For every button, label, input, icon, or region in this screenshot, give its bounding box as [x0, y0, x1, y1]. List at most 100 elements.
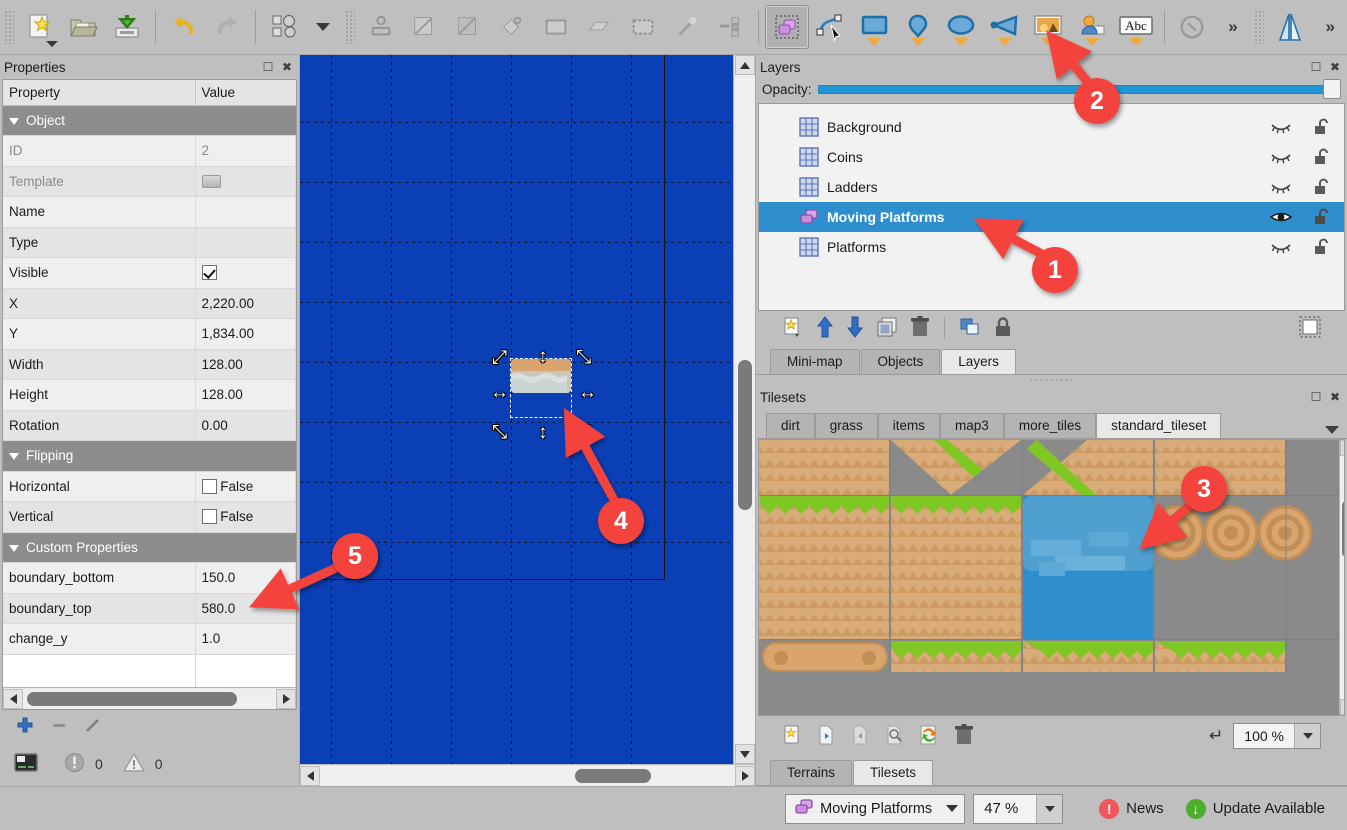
- remove-property-button[interactable]: [50, 716, 68, 737]
- tileset-tab-map3[interactable]: map3: [940, 413, 1004, 438]
- property-value[interactable]: 150.0: [195, 562, 296, 594]
- tileset-grid[interactable]: [759, 440, 1339, 715]
- collapse-triangle-icon[interactable]: [9, 117, 19, 125]
- tileset-view[interactable]: [758, 439, 1345, 716]
- close-dock-icon[interactable]: ✖: [1327, 389, 1343, 405]
- table-row[interactable]: Template: [3, 166, 296, 197]
- toolbar-drag-handle-2[interactable]: [345, 10, 356, 44]
- table-row[interactable]: Width 128.00: [3, 349, 296, 380]
- delete-layer-button[interactable]: [910, 315, 930, 341]
- scrollbar-track[interactable]: [734, 75, 755, 744]
- chevron-down-icon[interactable]: [910, 38, 925, 46]
- tileset-tab-more-tiles[interactable]: more_tiles: [1003, 413, 1097, 438]
- rename-property-button[interactable]: [84, 716, 102, 737]
- table-row[interactable]: Rotation 0.00: [3, 410, 296, 441]
- layer-visibility-toggle[interactable]: [1262, 209, 1300, 225]
- insert-text-icon[interactable]: Abc: [1114, 5, 1158, 49]
- flip-horizontally-icon[interactable]: [1268, 5, 1312, 49]
- property-value[interactable]: 2,220.00: [195, 288, 296, 319]
- lock-other-layers-button[interactable]: [993, 316, 1013, 341]
- chevron-down-icon[interactable]: [1128, 38, 1143, 46]
- chevron-down-icon[interactable]: [997, 38, 1012, 46]
- column-header-value[interactable]: Value: [195, 80, 296, 106]
- export-tileset-button[interactable]: [850, 725, 870, 748]
- new-tileset-button[interactable]: [782, 725, 802, 748]
- float-dock-icon[interactable]: ☐: [1308, 59, 1324, 75]
- redo-icon[interactable]: [205, 5, 249, 49]
- table-row[interactable]: X 2,220.00: [3, 288, 296, 319]
- resize-handle-n[interactable]: ↕: [538, 347, 548, 366]
- toolbar-drag-handle-3[interactable]: [1253, 10, 1264, 44]
- tileset-tab-items[interactable]: items: [877, 413, 941, 438]
- layer-lock-toggle[interactable]: [1308, 117, 1344, 137]
- undo-icon[interactable]: [162, 5, 206, 49]
- map-properties-icon[interactable]: [262, 5, 306, 49]
- scroll-left-icon[interactable]: [3, 688, 23, 709]
- flip-horizontal-checkbox[interactable]: False: [195, 471, 296, 502]
- tab-mini-map[interactable]: Mini-map: [770, 349, 860, 374]
- current-layer-combo[interactable]: Moving Platforms: [785, 793, 966, 824]
- tileset-vertical-scrollbar[interactable]: [1339, 440, 1344, 715]
- property-value[interactable]: [195, 196, 296, 228]
- column-header-property[interactable]: Property: [3, 80, 196, 106]
- replace-tileset-button[interactable]: [918, 725, 940, 748]
- scrollbar-thumb[interactable]: [27, 691, 237, 706]
- toggle-other-layers-button[interactable]: [959, 317, 981, 340]
- tab-terrains[interactable]: Terrains: [770, 760, 853, 785]
- tileset-tab-grass[interactable]: grass: [814, 413, 878, 438]
- tileset-tab-overflow-icon[interactable]: [1325, 426, 1339, 434]
- close-dock-icon[interactable]: ✖: [279, 59, 295, 75]
- scroll-right-icon[interactable]: [276, 688, 296, 709]
- console-icon[interactable]: [14, 752, 38, 776]
- tileset-tab-dirt[interactable]: dirt: [766, 413, 815, 438]
- collapse-triangle-icon[interactable]: [9, 544, 19, 552]
- new-map-icon[interactable]: [18, 5, 62, 49]
- property-value[interactable]: 2: [195, 135, 296, 167]
- insert-point-icon[interactable]: [896, 5, 940, 49]
- scroll-down-icon[interactable]: [734, 744, 755, 764]
- tileset-tab-standard-tileset[interactable]: standard_tileset: [1096, 413, 1222, 438]
- resize-handle-ne[interactable]: ⤡: [576, 348, 591, 367]
- table-row[interactable]: boundary_bottom 150.0: [3, 562, 296, 594]
- layer-lock-toggle[interactable]: [1308, 207, 1344, 227]
- move-layer-up-button[interactable]: [816, 315, 834, 341]
- properties-horizontal-scrollbar[interactable]: [3, 687, 296, 709]
- visible-checkbox[interactable]: [195, 257, 296, 289]
- property-value[interactable]: 580.0: [195, 593, 296, 624]
- map-properties-dropdown-icon[interactable]: [306, 5, 342, 49]
- scroll-up-icon[interactable]: [734, 55, 755, 75]
- canvas-vertical-scrollbar[interactable]: [733, 55, 755, 764]
- embed-tileset-button[interactable]: [816, 725, 836, 748]
- property-value[interactable]: 128.00: [195, 349, 296, 380]
- canvas-horizontal-scrollbar[interactable]: [300, 764, 755, 786]
- table-row[interactable]: Visible: [3, 257, 296, 289]
- insert-tile-icon[interactable]: [1027, 5, 1071, 49]
- scrollbar-thumb[interactable]: [1342, 500, 1344, 558]
- chevron-down-icon[interactable]: [45, 41, 58, 47]
- table-row[interactable]: Type: [3, 227, 296, 258]
- layer-lock-toggle[interactable]: [1308, 147, 1344, 167]
- checkbox-unchecked-icon[interactable]: [201, 509, 217, 525]
- layer-row-ladders[interactable]: Ladders: [759, 172, 1344, 202]
- edit-tileset-button[interactable]: [884, 725, 904, 748]
- duplicate-layer-button[interactable]: [876, 316, 898, 341]
- property-value[interactable]: [195, 227, 296, 258]
- open-file-icon[interactable]: [62, 5, 106, 49]
- table-row[interactable]: Vertical False: [3, 501, 296, 533]
- chevron-down-icon[interactable]: [940, 795, 964, 823]
- property-value[interactable]: 0.00: [195, 410, 296, 441]
- float-dock-icon[interactable]: ☐: [1308, 389, 1324, 405]
- checkbox-unchecked-icon[interactable]: [201, 478, 217, 494]
- add-property-button[interactable]: [16, 716, 34, 737]
- slider-knob[interactable]: [1323, 79, 1341, 99]
- chevron-down-icon[interactable]: [1041, 38, 1056, 46]
- layer-visibility-toggle[interactable]: [1262, 150, 1300, 164]
- resize-handle-s[interactable]: ↕: [538, 423, 548, 442]
- tab-objects[interactable]: Objects: [860, 349, 941, 374]
- resize-handle-nw[interactable]: ⤢: [492, 348, 507, 367]
- remove-tileset-button[interactable]: [954, 723, 974, 749]
- chevron-down-icon[interactable]: [1085, 38, 1100, 46]
- property-value-template[interactable]: [195, 166, 296, 197]
- property-group-flipping[interactable]: Flipping: [3, 440, 296, 472]
- select-objects-icon[interactable]: [764, 5, 809, 49]
